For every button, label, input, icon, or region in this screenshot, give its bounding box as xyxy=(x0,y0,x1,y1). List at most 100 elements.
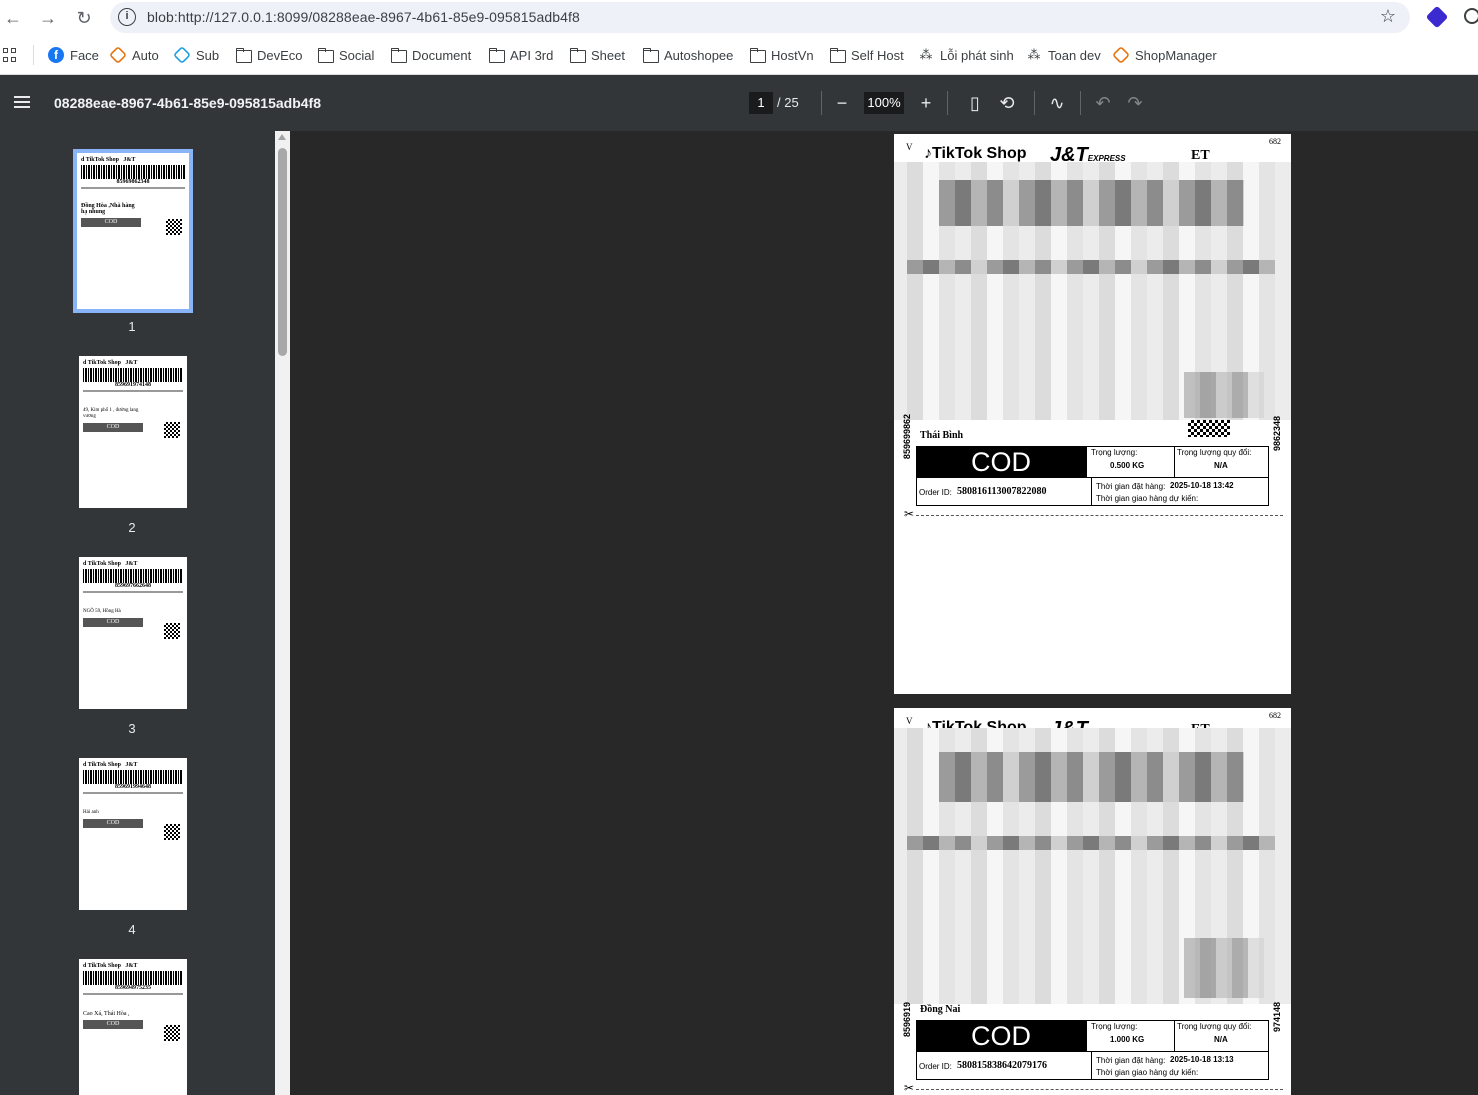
apps-grid-icon[interactable] xyxy=(3,48,17,62)
scroll-up-icon[interactable] xyxy=(278,134,286,140)
bookmark-auto[interactable]: Auto xyxy=(108,45,159,65)
thumbnail-address: Hải anh xyxy=(83,810,99,815)
zoom-out-icon[interactable]: − xyxy=(830,91,854,115)
toolbar-divider xyxy=(821,91,822,115)
folder-icon xyxy=(488,47,505,63)
weight-conv-value: N/A xyxy=(1214,1035,1228,1044)
site-info-icon[interactable]: i xyxy=(118,8,136,26)
thumbnail-page-5[interactable]: d TikTok Shop J&T 859694975235 Cao Xá, T… xyxy=(79,959,187,1095)
folder-icon xyxy=(642,47,659,63)
bookmark-document[interactable]: Document xyxy=(390,45,471,65)
thumbnail-brand: d TikTok Shop J&T xyxy=(83,360,138,366)
cut-line xyxy=(916,515,1283,516)
thumbnail-page-1[interactable]: d TikTok Shop J&T 8596986234­8 Đồng Hòa … xyxy=(73,149,193,313)
qr-code xyxy=(164,623,180,639)
page-number-input[interactable]: 1 xyxy=(749,92,773,114)
bookmark-star-icon[interactable]: ☆ xyxy=(1380,6,1396,27)
weight-label: Trọng lượng: xyxy=(1091,448,1138,457)
divider xyxy=(83,993,183,995)
reload-icon[interactable]: ↻ xyxy=(71,5,97,31)
redacted-qr xyxy=(1184,938,1264,998)
fit-page-icon[interactable]: ▯ xyxy=(963,91,987,115)
tiktok-shop-logo: ♪TikTok Shop xyxy=(924,145,1027,163)
bookmark-label: HostVn xyxy=(771,47,814,63)
thumbnail-page-2[interactable]: d TikTok Shop J&T 859691974148 49, Kim p… xyxy=(79,356,187,508)
thumbnail-page-4[interactable]: d TikTok Shop J&T 859691994648 Hải anh C… xyxy=(79,758,187,910)
document-viewport[interactable]: V ♪TikTok Shop J&TEXPRESS ET 682 8596998… xyxy=(290,131,1478,1095)
qr-code xyxy=(164,1025,180,1041)
scrollbar-thumb[interactable] xyxy=(278,148,287,356)
bookmark-loi-phat-sinh[interactable]: ⁂ Lỗi phát sinh xyxy=(918,45,1014,65)
zoom-in-icon[interactable]: + xyxy=(914,91,938,115)
bookmark-toan-dev[interactable]: ⁂ Toan dev xyxy=(1026,45,1101,65)
redo-icon[interactable]: ↷ xyxy=(1123,91,1147,115)
bookmark-api-3rd[interactable]: API 3rd xyxy=(488,45,553,65)
divider xyxy=(81,187,185,189)
bookmark-label: Face xyxy=(70,47,99,63)
thumbnail-page-3[interactable]: d TikTok Shop J&T 859697662648 NGÕ 59, H… xyxy=(79,557,187,709)
pdf-toolbar: 08288eae-8967-4b61-85e9-095815adb4f8 1 /… xyxy=(0,75,1478,131)
bookmark-label: Sheet xyxy=(591,47,625,63)
thumbnail-brand: d TikTok Shop J&T xyxy=(83,561,138,567)
pdf-page-1: V ♪TikTok Shop J&TEXPRESS ET 682 8596998… xyxy=(894,134,1291,694)
zoom-input[interactable]: 100% xyxy=(864,92,904,114)
delivery-time-label: Thời gian giao hàng dự kiến: xyxy=(1096,1068,1199,1077)
thumbnail-cod: COD xyxy=(83,423,143,432)
folder-icon xyxy=(235,47,252,63)
bookmark-hostvn[interactable]: HostVn xyxy=(749,45,814,65)
weight-value: 0.500 KG xyxy=(1110,461,1145,470)
bookmarks-divider xyxy=(33,45,34,65)
back-arrow-icon[interactable]: ← xyxy=(0,5,26,31)
bookmark-sheet[interactable]: Sheet xyxy=(569,45,625,65)
barcode xyxy=(83,569,183,583)
thumbnail-brand: d TikTok Shop J&T xyxy=(83,762,138,768)
cell-divider xyxy=(1091,477,1092,506)
bookmark-label: Sub xyxy=(196,47,220,63)
bookmark-label: Self Host xyxy=(851,47,904,63)
bookmark-sub[interactable]: Sub xyxy=(172,45,220,65)
cell-divider xyxy=(1174,1020,1175,1052)
page-total: / 25 xyxy=(777,95,799,110)
cut-line xyxy=(916,1089,1283,1090)
barcode xyxy=(81,165,185,179)
side-code-right: 974148 xyxy=(1272,1002,1282,1033)
scissors-icon: ✂ xyxy=(904,1081,915,1095)
order-id-label: Order ID: xyxy=(919,488,952,497)
bookmark-face[interactable]: f Face xyxy=(48,45,99,65)
forward-arrow-icon[interactable]: → xyxy=(35,5,61,31)
delivery-time-label: Thời gian giao hàng dự kiến: xyxy=(1096,494,1199,503)
profile-icon[interactable] xyxy=(1464,8,1478,24)
bookmark-self-host[interactable]: Self Host xyxy=(829,45,904,65)
corner-mark: V xyxy=(906,142,913,152)
bookmark-deveco[interactable]: DevEco xyxy=(235,45,303,65)
annotate-icon[interactable]: ∿ xyxy=(1045,91,1069,115)
hexagon-icon xyxy=(108,45,128,65)
order-time: 2025-10-18 13:13 xyxy=(1170,1055,1234,1064)
url-text[interactable]: blob:http://127.0.0.1:8099/08288eae-8967… xyxy=(147,9,580,25)
folder-icon xyxy=(390,47,407,63)
bookmark-autoshopee[interactable]: Autoshopee xyxy=(642,45,733,65)
extension-icon[interactable] xyxy=(1425,5,1449,29)
bookmark-shopmanager[interactable]: ShopManager xyxy=(1111,45,1217,65)
folder-icon xyxy=(829,47,846,63)
bookmark-label: API 3rd xyxy=(510,47,554,63)
sidebar-scrollbar[interactable] xyxy=(275,131,290,1095)
thumbnail-tracking: 8596986234­8 xyxy=(116,179,150,185)
undo-icon[interactable]: ↶ xyxy=(1091,91,1115,115)
tiktok-note-icon: ♪ xyxy=(924,145,932,162)
thumbnail-tracking: 859691974148 xyxy=(115,382,151,388)
weight-value: 1.000 KG xyxy=(1110,1035,1145,1044)
bookmark-social[interactable]: Social xyxy=(317,45,374,65)
facebook-icon: f xyxy=(48,47,64,63)
bookmark-label: Autoshopee xyxy=(664,47,734,63)
menu-icon[interactable] xyxy=(14,96,30,108)
barcode xyxy=(83,971,183,985)
weight-label: Trọng lượng: xyxy=(1091,1022,1138,1031)
thumbnail-sidebar: d TikTok Shop J&T 8596986234­8 Đồng Hòa … xyxy=(0,131,275,1095)
order-id: 580815838642079176 xyxy=(957,1060,1047,1071)
rotate-icon[interactable]: ⟲ xyxy=(995,91,1019,115)
thumbnail-number: 3 xyxy=(128,721,136,736)
thumbnail-label-preview: d TikTok Shop J&T 859697662648 NGÕ 59, H… xyxy=(83,561,183,639)
address-bar[interactable]: i blob:http://127.0.0.1:8099/08288eae-89… xyxy=(110,2,1410,33)
cell-divider xyxy=(1086,446,1087,478)
